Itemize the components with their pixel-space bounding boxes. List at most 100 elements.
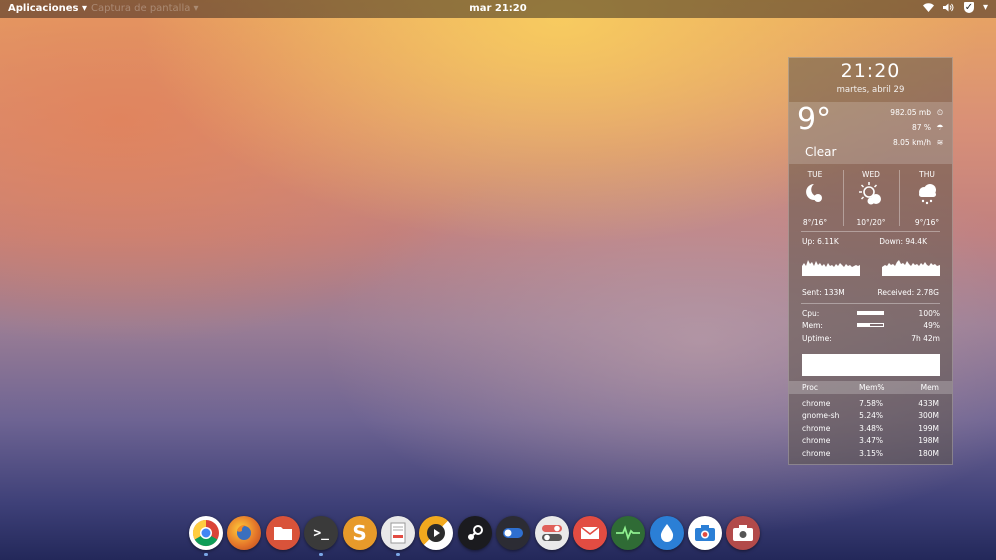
- cpu-history-graph: [802, 354, 940, 376]
- shield-check-icon[interactable]: ✓: [963, 2, 974, 13]
- header-mem: Mem: [920, 383, 939, 392]
- wind-icon: ≋: [936, 138, 944, 147]
- process-name: chrome: [802, 424, 831, 433]
- process-mem-percent: 3.15%: [859, 449, 883, 458]
- cpu-bar: [857, 311, 884, 315]
- conky-widget: 21:20 martes, abril 29 9° Clear 982.05 m…: [788, 57, 953, 465]
- total-sent: Sent: 133M: [802, 288, 845, 297]
- play-icon: [427, 524, 446, 542]
- system-tray: ✓ ▾: [922, 2, 988, 13]
- dock-screenshot[interactable]: [726, 516, 761, 550]
- screenshot-icon: [733, 525, 754, 541]
- weather-stats: 982.05 mb ⏲ 87 % ☂ 8.05 km/h ≋: [890, 105, 944, 150]
- process-mem: 433M: [918, 399, 939, 408]
- dock-mail[interactable]: [572, 516, 607, 550]
- current-temperature: 9°: [797, 102, 832, 137]
- process-mem: 300M: [918, 411, 939, 420]
- total-received: Received: 2.78G: [877, 288, 939, 297]
- wifi-icon[interactable]: [922, 3, 934, 12]
- dock-firefox[interactable]: [227, 516, 262, 550]
- process-mem-percent: 3.47%: [859, 436, 883, 445]
- header-proc: Proc: [802, 383, 819, 392]
- dock-chrome[interactable]: [189, 516, 223, 556]
- dock-camera[interactable]: [688, 516, 723, 550]
- steam-icon: [467, 525, 483, 540]
- forecast-divider: [843, 170, 844, 226]
- humidity-icon: ☂: [936, 123, 944, 132]
- dock-system-monitor[interactable]: [611, 516, 646, 550]
- process-mem: 180M: [918, 449, 939, 458]
- dock-tweaks[interactable]: [534, 516, 569, 550]
- uptime-value: 7h 42m: [911, 334, 940, 343]
- cpu-label: Cpu:: [802, 309, 820, 318]
- forecast-day: WED 10°/20°: [845, 168, 897, 227]
- divider: [801, 231, 940, 232]
- volume-icon[interactable]: [942, 3, 955, 12]
- download-speed: Down: 94.4K: [879, 237, 927, 246]
- process-mem: 199M: [918, 424, 939, 433]
- pressure-icon: ⏲: [936, 108, 944, 117]
- running-indicator: [204, 553, 208, 556]
- forecast-range: 8°/16°: [802, 218, 828, 227]
- cpu-value: 100%: [918, 309, 940, 318]
- uptime-row: Uptime: 7h 42m: [802, 334, 940, 344]
- tweaks-icon: [541, 525, 562, 541]
- running-indicator: [319, 553, 324, 556]
- dock-water-drop[interactable]: [649, 516, 684, 550]
- process-row: chrome 3.15% 180M: [789, 449, 952, 461]
- process-row: chrome 3.48% 199M: [789, 424, 952, 436]
- upload-graph: [802, 260, 860, 276]
- mem-row: Mem: 49%: [802, 321, 940, 331]
- cpu-row: Cpu: 100%: [802, 309, 940, 319]
- mem-bar: [857, 323, 884, 327]
- forecast-range: 9°/16°: [914, 218, 940, 227]
- camera-icon: [695, 525, 716, 541]
- forecast-day: THU 9°/16°: [901, 168, 953, 227]
- terminal-icon: >_: [313, 525, 329, 541]
- cpu-bar-fill: [858, 312, 883, 314]
- dock-files[interactable]: [265, 516, 300, 550]
- process-row: chrome 7.58% 433M: [789, 399, 952, 411]
- top-panel: Aplicaciones ▾ Captura de pantalla ▾ mar…: [0, 0, 996, 18]
- heartbeat-icon: [616, 525, 641, 541]
- widget-date: martes, abril 29: [836, 85, 905, 95]
- toggle-icon: [503, 528, 524, 538]
- dock-sublime-text[interactable]: S: [342, 516, 377, 550]
- process-name: chrome: [802, 436, 831, 445]
- widget-clock: 21:20: [840, 60, 901, 82]
- process-name: gnome-sh: [802, 411, 840, 420]
- chrome-icon: [192, 519, 219, 547]
- dock-toggle-settings[interactable]: [496, 516, 531, 550]
- pressure-value: 982.05 mb: [890, 108, 931, 117]
- mem-label: Mem:: [802, 321, 823, 330]
- process-mem-percent: 7.58%: [859, 399, 883, 408]
- dock-text-editor[interactable]: [380, 516, 415, 556]
- folder-icon: [273, 527, 292, 540]
- dock-media-player[interactable]: [419, 516, 454, 550]
- chevron-down-icon[interactable]: ▾: [983, 2, 988, 13]
- forecast-day-name: TUE: [807, 170, 823, 179]
- process-row: gnome-sh 5.24% 300M: [789, 411, 952, 423]
- water-drop-icon: [660, 524, 673, 542]
- process-mem: 198M: [918, 436, 939, 445]
- process-name: chrome: [802, 449, 831, 458]
- process-mem-percent: 5.24%: [859, 411, 883, 420]
- forecast-day-name: THU: [919, 170, 935, 179]
- forecast-range: 10°/20°: [856, 218, 886, 227]
- dock-steam[interactable]: [457, 516, 492, 550]
- divider: [801, 303, 940, 304]
- process-table-header: Proc Mem% Mem: [789, 381, 952, 394]
- panel-clock[interactable]: mar 21:20: [0, 3, 996, 14]
- process-name: chrome: [802, 399, 831, 408]
- mem-bar-fill: [858, 324, 871, 326]
- firefox-icon: [237, 524, 252, 540]
- sun-cloud-icon: [845, 182, 897, 210]
- running-indicator: [395, 553, 400, 556]
- process-mem-percent: 3.48%: [859, 424, 883, 433]
- rain-cloud-icon: [901, 182, 953, 210]
- humidity-value: 87 %: [911, 123, 931, 132]
- process-row: chrome 3.47% 198M: [789, 436, 952, 448]
- header-mem-percent: Mem%: [859, 383, 885, 392]
- download-graph: [882, 260, 940, 276]
- dock-terminal[interactable]: >_: [304, 516, 339, 556]
